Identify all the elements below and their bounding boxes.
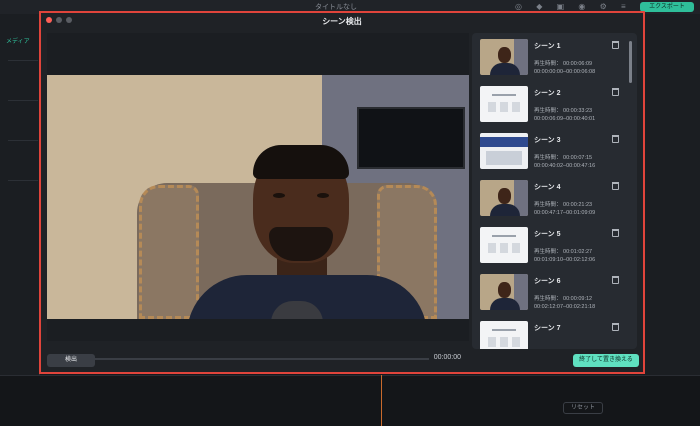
scene-time-range: 00:00:00:00–00:00:06:08: [534, 69, 596, 75]
timeline: [0, 375, 700, 426]
scene-duration: 再生時間： 00:01:02:27: [534, 249, 593, 255]
trash-icon[interactable]: [612, 229, 619, 237]
scene-name: シーン 2: [534, 90, 561, 97]
scene-duration: 再生時間： 00:00:09:12: [534, 296, 593, 302]
timecode: 00:00:00: [433, 354, 461, 361]
video-tv: [357, 107, 465, 169]
finish-and-replace-button[interactable]: 終了して置き換える: [573, 354, 639, 367]
scene-duration: 再生時間： 00:00:33:23: [534, 108, 593, 114]
scene-name: シーン 6: [534, 278, 561, 285]
right-panel: [645, 14, 700, 426]
scene-thumbnail[interactable]: [480, 86, 528, 122]
scene-name: シーン 5: [534, 231, 561, 238]
trash-icon[interactable]: [612, 88, 619, 96]
video-person-eye: [317, 193, 329, 198]
scene-time-range: 00:01:09:10–00:02:12:06: [534, 257, 596, 263]
reset-button[interactable]: リセット: [563, 402, 603, 414]
export-button[interactable]: エクスポート: [640, 2, 694, 12]
left-panel: メディア: [0, 14, 40, 426]
left-panel-row: [8, 180, 38, 181]
scene-thumbnail[interactable]: [480, 227, 528, 263]
left-panel-row: [8, 60, 38, 61]
left-panel-row: [8, 140, 38, 141]
trash-icon[interactable]: [612, 135, 619, 143]
scene-duration: 再生時間： 00:00:06:09: [534, 61, 593, 67]
scene-duration: 再生時間： 00:00:07:15: [534, 155, 593, 161]
scene-list[interactable]: シーン 1 再生時間： 00:00:06:09 00:00:00:00–00:00:…: [472, 33, 637, 349]
left-panel-row: [8, 100, 38, 101]
scene-list-scrollbar[interactable]: [629, 41, 632, 83]
scene-item[interactable]: シーン 7: [480, 321, 626, 349]
scene-detection-dialog: シーン検出 00:00:00 シーン 1 再生時間： 00:00:06:09 0…: [39, 11, 645, 374]
scene-name: シーン 7: [534, 325, 561, 332]
scene-duration: 再生時間： 00:00:21:23: [534, 202, 593, 208]
scene-item[interactable]: シーン 6 再生時間： 00:00:09:12 00:02:12:07–00:02:…: [480, 274, 626, 316]
scene-thumbnail[interactable]: [480, 321, 528, 349]
video-frame: [47, 75, 469, 319]
scene-thumbnail[interactable]: [480, 180, 528, 216]
video-person-hair: [253, 145, 349, 179]
trash-icon[interactable]: [612, 323, 619, 331]
trash-icon[interactable]: [612, 276, 619, 284]
scene-name: シーン 4: [534, 184, 561, 191]
video-chair-left-wing: [139, 185, 199, 319]
video-person-eye: [273, 193, 285, 198]
scene-name: シーン 1: [534, 43, 561, 50]
scene-item[interactable]: シーン 5 再生時間： 00:01:02:27 00:01:09:10–00:02:…: [480, 227, 626, 269]
detect-button[interactable]: 検出: [47, 354, 95, 367]
video-preview: 00:00:00: [47, 33, 469, 363]
scene-thumbnail[interactable]: [480, 39, 528, 75]
scene-time-range: 00:00:40:02–00:00:47:16: [534, 163, 596, 169]
scene-time-range: 00:00:06:09–00:00:40:01: [534, 116, 596, 122]
scene-item[interactable]: シーン 1 再生時間： 00:00:06:09 00:00:00:00–00:00:…: [480, 39, 626, 81]
media-tab[interactable]: メディア: [6, 36, 30, 45]
timeline-playhead[interactable]: [381, 375, 382, 426]
toolbar-icons: ◎ ◆ ▣ ◉ ⚙ ≡: [515, 2, 632, 11]
trash-icon[interactable]: [612, 182, 619, 190]
scene-name: シーン 3: [534, 137, 561, 144]
scene-item[interactable]: シーン 3 再生時間： 00:00:07:15 00:00:40:02–00:00:…: [480, 133, 626, 175]
scene-time-range: 00:02:12:07–00:02:21:18: [534, 304, 596, 310]
scrub-track[interactable]: [89, 358, 429, 360]
scene-item[interactable]: シーン 2 再生時間： 00:00:33:23 00:00:06:09–00:00:…: [480, 86, 626, 128]
dialog-title: シーン検出: [322, 17, 362, 26]
player-controls: 00:00:00: [47, 349, 469, 371]
scene-thumbnail[interactable]: [480, 133, 528, 169]
trash-icon[interactable]: [612, 41, 619, 49]
scene-time-range: 00:00:47:17–00:01:09:09: [534, 210, 596, 216]
scene-thumbnail[interactable]: [480, 274, 528, 310]
scene-item[interactable]: シーン 4 再生時間： 00:00:21:23 00:00:47:17–00:01:…: [480, 180, 626, 222]
